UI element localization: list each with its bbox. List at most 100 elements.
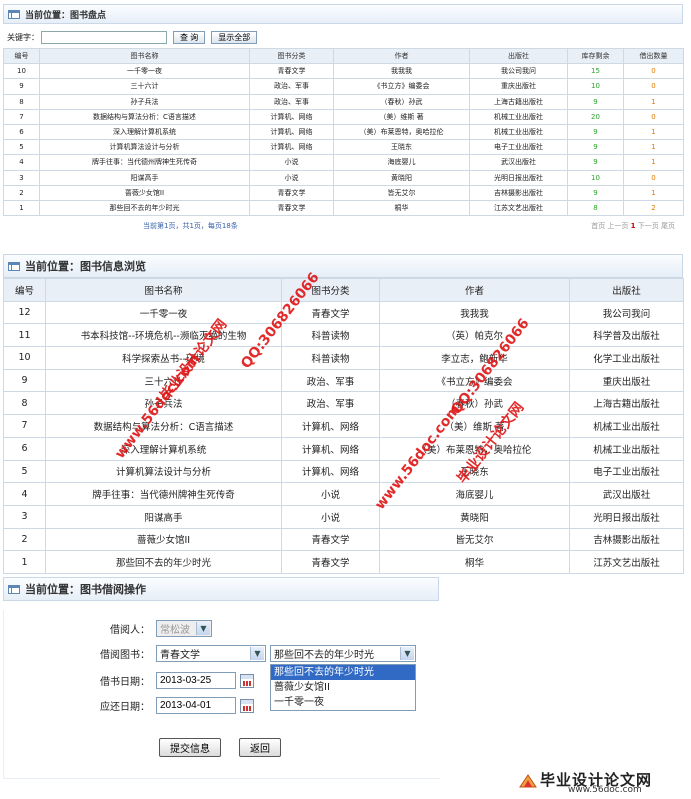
table-cell: 吉林摄影出版社	[469, 184, 568, 201]
table-cell: 青春文学	[281, 300, 380, 325]
table-cell: 青春文学	[281, 550, 380, 574]
table-cell: 牌手往事：当代德州牌神生死传奇	[45, 482, 282, 506]
page-info: 当前第1页，共1页，每页18条	[143, 222, 238, 231]
table-cell: 青春文学	[249, 184, 334, 201]
back-button[interactable]: 返回	[239, 738, 281, 757]
table-cell: 桐华	[379, 550, 570, 574]
table-cell: 三十六计	[45, 368, 282, 393]
table-cell: 计算机、网络	[281, 459, 380, 484]
table-cell: 9	[567, 184, 624, 201]
table-cell: 光明日报出版社	[469, 169, 568, 186]
table-cell: 蔷薇少女馆II	[45, 527, 282, 552]
dropdown-option[interactable]: 一千零一夜	[271, 695, 415, 710]
table-cell: 王晓东	[379, 459, 570, 484]
search-bar: 关键字： 查 询 显示全部	[3, 28, 683, 46]
chevron-down-icon: ▼	[196, 622, 210, 635]
table-cell: 吉林摄影出版社	[569, 527, 684, 552]
table-row[interactable]: 3 阳谋高手 小说 黄晓阳 光明日报出版社 10 0	[3, 169, 684, 186]
table-row[interactable]: 6 深入理解计算机系统 计算机、网络 （美）布莱恩特，奥哈拉伦 机械工业出版社 9 1	[3, 123, 684, 141]
table-row[interactable]: 5 计算机算法设计与分析 计算机、网络 王晓东 电子工业出版社 9 1	[3, 139, 684, 156]
inventory-titlebar: 当前位置：图书盘点	[3, 4, 683, 24]
table-row[interactable]: 9 三十六计 政治、军事 《书立方》编委会 重庆出版社	[3, 368, 684, 393]
table-cell: 9	[567, 123, 624, 141]
table-cell: 武汉出版社	[469, 154, 568, 171]
logo-url: www.56doc.com	[568, 785, 642, 795]
table-cell: 10	[3, 346, 46, 370]
table-cell: 1	[3, 550, 46, 574]
table-cell: 科学探索丛书--环境	[45, 346, 282, 370]
table-cell: 1	[623, 123, 684, 141]
table-row[interactable]: 6 深入理解计算机系统 计算机、网络 （美）布莱恩特，奥哈拉伦 机械工业出版社	[3, 436, 684, 461]
table-cell: 武汉出版社	[569, 482, 684, 506]
column-header: 作者	[333, 47, 470, 65]
table-cell: 机械工业出版社	[469, 123, 568, 141]
dropdown-option[interactable]: 蔷薇少女馆II	[271, 680, 415, 695]
table-row[interactable]: 7 数据结构与算法分析：C语言描述 计算机、网络 （美）维斯 著机械工业出版社	[3, 414, 684, 438]
table-cell: 6	[3, 436, 46, 461]
submit-button[interactable]: 提交信息	[159, 738, 221, 757]
calendar-icon[interactable]	[240, 673, 254, 688]
category-select[interactable]: 青春文学 ▼	[156, 645, 266, 662]
search-button[interactable]: 查 询	[173, 30, 206, 44]
dropdown-option[interactable]: 那些回不去的年少时光	[271, 665, 415, 680]
table-cell: 10	[567, 169, 624, 186]
search-input[interactable]	[41, 30, 167, 44]
column-header: 图书分类	[281, 278, 380, 302]
table-cell: 政治、军事	[281, 391, 380, 416]
table-cell: 5	[3, 459, 46, 484]
table-cell: 电子工业出版社	[569, 459, 684, 484]
book-label: 借阅图书：	[100, 650, 150, 661]
column-header: 出版社	[569, 278, 684, 302]
table-row[interactable]: 1 那些回不去的年少时光 青春文学 桐华 江苏文艺出版社	[3, 550, 684, 574]
table-row[interactable]: 8 孙子兵法 政治、军事 （春秋）孙武 上海古籍出版社	[3, 391, 684, 416]
table-cell: 化学工业出版社	[569, 346, 684, 370]
table-cell: 一千零一夜	[39, 63, 250, 80]
book-select[interactable]: 那些回不去的年少时光 ▼	[270, 645, 416, 662]
table-cell: 小说	[249, 169, 334, 186]
browse-titlebar: 当前位置：图书信息浏览	[3, 254, 683, 278]
table-row[interactable]: 7 数据结构与算法分析：C语言描述 计算机、网络 （美）维斯 著机械工业出版社 20 0	[3, 108, 684, 125]
table-cell: 黄晓阳	[333, 169, 470, 186]
table-cell: 10	[567, 78, 624, 95]
table-cell: 15	[567, 63, 624, 80]
table-row[interactable]: 4 牌手往事：当代德州牌神生死传奇 小说 海底婴儿 武汉出版社 9 1	[3, 154, 684, 171]
table-cell: 重庆出版社	[469, 78, 568, 95]
window-icon	[8, 261, 20, 271]
table-row[interactable]: 4 牌手往事：当代德州牌神生死传奇 小说 海底婴儿 武汉出版社	[3, 482, 684, 506]
table-cell: 《书立方》编委会	[333, 78, 470, 95]
calendar-icon[interactable]	[240, 698, 254, 713]
table-row[interactable]: 5 计算机算法设计与分析 计算机、网络 王晓东 电子工业出版社	[3, 459, 684, 484]
table-row[interactable]: 2 蔷薇少女馆II 青春文学 皆无艾尔 吉林摄影出版社 9 1	[3, 184, 684, 201]
table-cell: 那些回不去的年少时光	[39, 199, 250, 217]
table-row[interactable]: 8 孙子兵法 政治、军事 （春秋）孙武 上海古籍出版社 9 1	[3, 93, 684, 110]
table-cell: 书本科技馆--环境危机--濒临灭绝的生物	[45, 323, 282, 348]
borrower-label: 借阅人：	[110, 625, 150, 636]
table-row[interactable]: 11 书本科技馆--环境危机--濒临灭绝的生物 科普读物 （英）帕克尔 科学普及出版社	[3, 323, 684, 348]
page-nav[interactable]: 首页 上一页 1 下一页 尾页	[591, 221, 675, 231]
table-row[interactable]: 1 那些回不去的年少时光 青春文学 桐华 江苏文艺出版社 8 2	[3, 199, 684, 217]
book-dropdown-list[interactable]: 那些回不去的年少时光 蔷薇少女馆II 一千零一夜	[270, 664, 416, 711]
table-row[interactable]: 12 一千零一夜 青春文学 我我我 我公司我问	[3, 300, 684, 325]
column-header: 借出数量	[623, 47, 684, 65]
show-all-button[interactable]: 显示全部	[211, 30, 258, 44]
table-cell: 重庆出版社	[569, 368, 684, 393]
table-cell: 5	[3, 139, 40, 156]
due-date-input[interactable]	[156, 697, 236, 714]
table-cell: 3	[3, 169, 40, 186]
table-cell: 蔷薇少女馆II	[39, 184, 250, 201]
table-cell: 深入理解计算机系统	[39, 123, 250, 141]
table-cell: 《书立方》编委会	[379, 368, 570, 393]
column-header: 编号	[3, 47, 40, 65]
borrow-date-input[interactable]	[156, 672, 236, 689]
table-row[interactable]: 9 三十六计 政治、军事 《书立方》编委会 重庆出版社 10 0	[3, 78, 684, 95]
table-row[interactable]: 3 阳谋高手 小说 黄晓阳 光明日报出版社	[3, 504, 684, 529]
table-cell: 7	[3, 108, 40, 125]
table-cell: （美）维斯 著	[333, 108, 470, 125]
browse-panel: 当前位置：图书信息浏览 编号 图书名称 图书分类 作者 出版社 12 一千零一夜 青春文学我…	[3, 254, 684, 574]
table-cell: 7	[3, 414, 46, 438]
table-row[interactable]: 2 蔷薇少女馆II 青春文学 皆无艾尔 吉林摄影出版社	[3, 527, 684, 552]
table-row[interactable]: 10 科学探索丛书--环境 科普读物 李立志，鲍新华 化学工业出版社	[3, 346, 684, 370]
table-row[interactable]: 10 一千零一夜 青春文学 我我我 我公司我问 15 0	[3, 63, 684, 80]
table-cell: 孙子兵法	[39, 93, 250, 110]
table-cell: 1	[623, 154, 684, 171]
